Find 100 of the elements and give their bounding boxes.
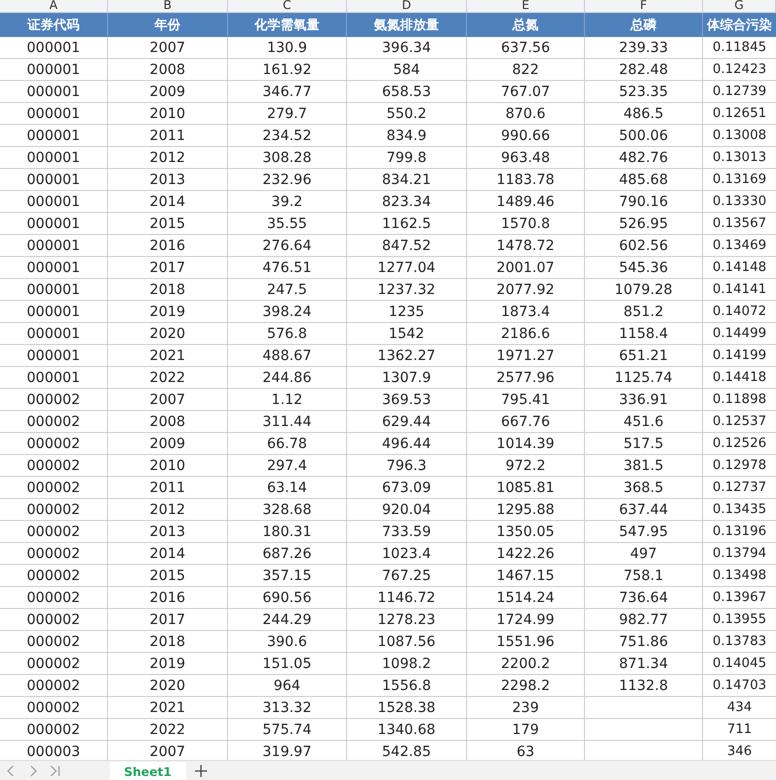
table-cell: 398.24 [262, 304, 312, 320]
table-cell: 000002 [26, 480, 80, 496]
table-cell: 799.8 [386, 150, 427, 166]
table-cell: 0.13013 [712, 150, 766, 165]
table-cell: 2014 [150, 194, 186, 210]
table-cell: 346.77 [262, 84, 312, 100]
table-cell: 500.06 [619, 128, 668, 144]
table-cell: 000002 [26, 436, 80, 452]
table-cell: 2019 [150, 304, 186, 320]
table-cell: 990.66 [501, 128, 550, 144]
table-cell: 0.14703 [712, 678, 766, 693]
column-letter[interactable]: D [347, 0, 467, 12]
table-cell: 0.12651 [712, 106, 766, 121]
header-cell: 证券代码 [0, 13, 108, 37]
table-cell: 0.14499 [712, 326, 766, 341]
table-cell: 0.13435 [712, 502, 766, 517]
table-cell: 368.5 [623, 480, 664, 496]
table-cell: 000001 [26, 128, 80, 144]
table-cell: 1542 [388, 326, 424, 342]
table-cell: 0.13794 [712, 546, 766, 561]
table-cell: 297.4 [266, 458, 308, 474]
table-cell: 1235 [388, 304, 424, 320]
table-cell: 482.76 [619, 150, 668, 166]
table-cell: 2007 [150, 40, 186, 56]
table-cell: 1125.74 [614, 370, 672, 386]
table-cell: 2014 [150, 546, 186, 562]
header-cell: 总氮 [467, 13, 585, 37]
table-cell: 637.44 [619, 502, 668, 518]
table-cell: 1340.68 [378, 722, 436, 738]
table-cell: 346 [727, 744, 752, 759]
table-cell: 000002 [26, 414, 80, 430]
table-cell: 496.44 [382, 436, 431, 452]
table-cell: 2012 [150, 502, 186, 518]
table-cell: 834.21 [382, 172, 431, 188]
table-cell: 244.86 [262, 370, 312, 386]
table-cell: 517.5 [623, 436, 664, 452]
table-cell: 000001 [26, 62, 80, 78]
table-cell: 963.48 [501, 150, 550, 166]
table-cell: 550.2 [386, 106, 427, 122]
table-cell: 2009 [150, 84, 186, 100]
table-cell: 396.34 [382, 40, 431, 56]
table-cell: 1307.9 [382, 370, 431, 386]
table-cell: 1570.8 [501, 216, 550, 232]
table-cell: 1132.8 [619, 678, 668, 694]
table-cell: 369.53 [382, 392, 431, 408]
table-cell: 767.25 [382, 568, 431, 584]
table-cell: 000001 [26, 370, 80, 386]
table-cell: 000003 [26, 744, 80, 760]
table-cell: 000002 [26, 458, 80, 474]
table-cell: 232.96 [262, 172, 312, 188]
table-cell: 313.32 [262, 700, 312, 716]
table-cell: 2011 [150, 128, 186, 144]
table-cell: 0.13783 [712, 634, 766, 649]
table-cell: 000002 [26, 722, 80, 738]
table-cell: 795.41 [501, 392, 550, 408]
table-cell: 000001 [26, 260, 80, 276]
table-cell: 834.9 [386, 128, 427, 144]
column-letter[interactable]: E [467, 0, 585, 12]
table-cell: 000002 [26, 392, 80, 408]
table-cell: 690.56 [262, 590, 312, 606]
table-cell: 357.15 [262, 568, 312, 584]
table-cell: 39.2 [271, 194, 303, 210]
table-cell: 0.14045 [712, 656, 766, 671]
table-cell: 2022 [150, 370, 186, 386]
table-cell: 476.51 [262, 260, 312, 276]
column-letter[interactable]: F [585, 0, 703, 12]
table-cell: 982.77 [619, 612, 668, 628]
table-cell: 451.6 [623, 414, 664, 430]
table-cell: 000002 [26, 590, 80, 606]
add-icon[interactable] [194, 764, 208, 778]
last-icon[interactable] [48, 764, 62, 778]
column-letter[interactable]: A [0, 0, 108, 12]
table-cell: 000002 [26, 678, 80, 694]
table-cell: 0.13330 [712, 194, 766, 209]
table-cell: 485.68 [619, 172, 668, 188]
table-cell: 0.13008 [712, 128, 766, 143]
table-cell: 1278.23 [378, 612, 436, 628]
table-cell: 0.12526 [712, 436, 766, 451]
column-letter[interactable]: G [703, 0, 776, 12]
table-cell: 0.14148 [712, 260, 766, 275]
table-cell: 0.14072 [712, 304, 766, 319]
header-cell-text: 体综合污染 [706, 16, 773, 35]
table-cell: 0.11898 [712, 392, 766, 407]
table-cell: 575.74 [262, 722, 312, 738]
table-cell: 1422.26 [496, 546, 554, 562]
table-cell: 1146.72 [378, 590, 436, 606]
table-cell: 2017 [150, 260, 186, 276]
table-cell: 2007 [150, 744, 186, 760]
table-cell: 658.53 [382, 84, 431, 100]
table-cell: 000002 [26, 612, 80, 628]
table-cell: 523.35 [619, 84, 668, 100]
table-cell: 1514.24 [496, 590, 554, 606]
table-cell: 2200.2 [501, 656, 550, 672]
table-cell: 2008 [150, 414, 186, 430]
table-cell: 247.5 [266, 282, 308, 298]
table-cell: 497 [630, 546, 657, 562]
table-cell: 2022 [150, 722, 186, 738]
column-letter[interactable]: B [108, 0, 228, 12]
table-cell: 488.67 [262, 348, 312, 364]
column-letter[interactable]: C [228, 0, 347, 12]
